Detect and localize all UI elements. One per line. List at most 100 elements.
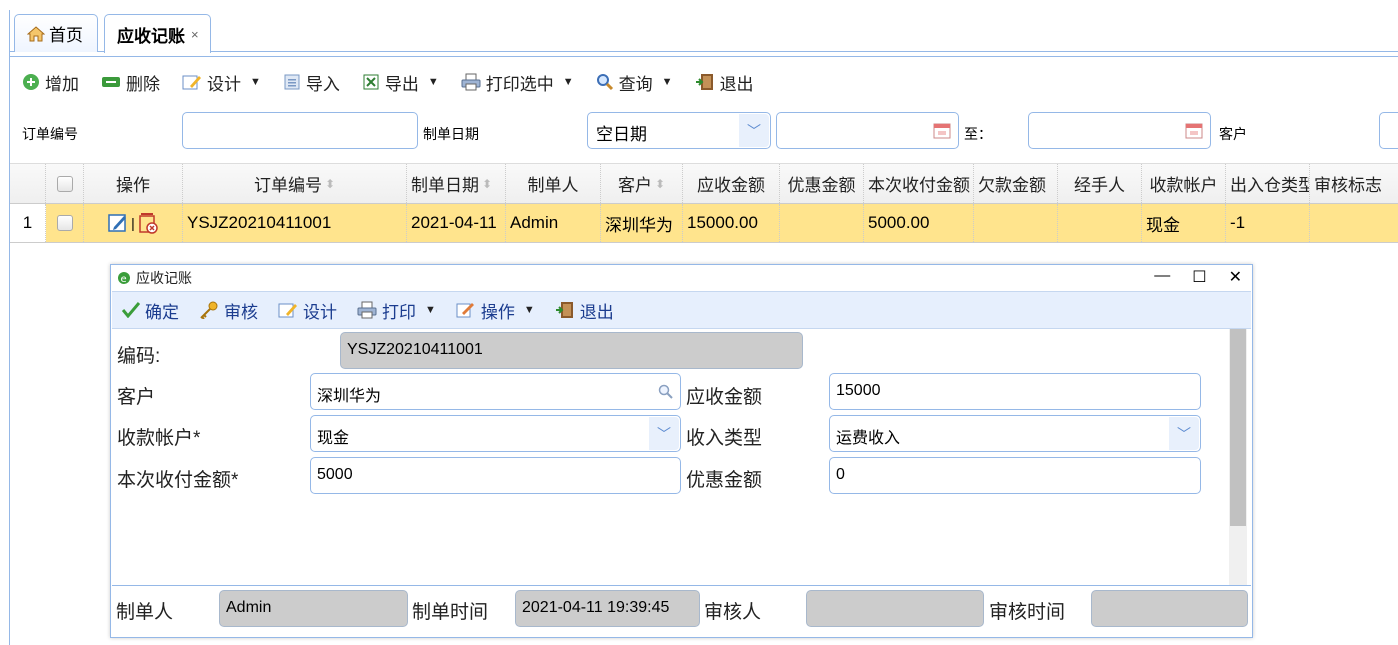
chevron-down-icon[interactable]: ﹀ <box>739 114 769 147</box>
tab-receivable[interactable]: 应收记账 × <box>104 14 211 53</box>
row-payment: 5000.00 <box>864 204 974 242</box>
dialog-operate-label: 操作 <box>480 302 515 322</box>
payment-field[interactable]: 5000 <box>310 457 681 494</box>
row-date: 2021-04-11 <box>407 204 506 242</box>
row-checkbox[interactable] <box>56 215 73 231</box>
tab-close-icon[interactable]: × <box>191 27 199 42</box>
date-mode-value: 空日期 <box>596 125 647 144</box>
audit-time-label: 审核时间 <box>989 602 1066 623</box>
header-account: 收款帐户 <box>1142 164 1226 203</box>
import-button[interactable]: 导入 <box>283 70 340 95</box>
date-from-input[interactable] <box>776 112 959 149</box>
design-icon <box>278 303 297 318</box>
income-type-value: 运费收入 <box>836 430 901 447</box>
creator-field[interactable]: Admin <box>219 590 408 627</box>
row-audit <box>1310 204 1394 242</box>
tab-home[interactable]: 首页 <box>14 14 98 52</box>
search-icon[interactable] <box>658 384 674 400</box>
close-icon[interactable]: ✕ <box>1229 267 1242 287</box>
svg-text:e: e <box>121 274 127 285</box>
exit-button[interactable]: 退出 <box>695 70 754 95</box>
print-selected-label: 打印选中 <box>485 74 554 94</box>
chevron-down-icon[interactable]: ﹀ <box>1169 417 1199 450</box>
maximize-icon[interactable]: ☐ <box>1192 267 1206 287</box>
sort-icon[interactable]: ⬍ <box>482 177 492 191</box>
income-type-select[interactable]: 运费收入 ﹀ <box>829 415 1201 452</box>
customer-field[interactable]: 深圳华为 <box>310 373 681 410</box>
calendar-icon[interactable] <box>1184 121 1204 139</box>
row-receivable: 15000.00 <box>683 204 780 242</box>
audit-time-field[interactable] <box>1091 590 1248 627</box>
design-button[interactable]: 设计 ▼ <box>182 70 261 95</box>
dialog-design-label: 设计 <box>303 302 337 322</box>
discount-label: 优惠金额 <box>686 470 763 491</box>
dialog-titlebar[interactable]: e 应收记账 <box>111 265 1252 290</box>
dialog-design-button[interactable]: 设计 <box>278 298 337 323</box>
code-field[interactable]: YSJZ20210411001 <box>340 332 803 369</box>
header-payment: 本次收付金额 <box>864 164 974 203</box>
header-type: 出入仓类型 <box>1226 164 1310 203</box>
account-value: 现金 <box>317 430 350 447</box>
exit-door-icon <box>695 74 713 90</box>
query-button[interactable]: 查询 ▼ <box>596 70 673 95</box>
calendar-icon[interactable] <box>932 121 952 139</box>
header-customer[interactable]: 客户 ⬍ <box>601 164 683 203</box>
operate-separator: | <box>131 215 135 231</box>
header-index <box>10 164 46 203</box>
row-select[interactable] <box>46 204 84 242</box>
edit-icon[interactable] <box>107 212 129 234</box>
dialog-exit-label: 退出 <box>579 302 614 322</box>
row-order-no: YSJZ20210411001 <box>183 204 407 242</box>
import-button-label: 导入 <box>305 74 340 94</box>
select-all-checkbox[interactable] <box>56 175 73 192</box>
receivable-field[interactable]: 15000 <box>829 373 1201 410</box>
customer-input[interactable] <box>1379 112 1398 149</box>
create-time-field[interactable]: 2021-04-11 19:39:45 <box>515 590 700 627</box>
income-type-label: 收入类型 <box>686 428 763 449</box>
minimize-icon[interactable]: — <box>1154 267 1170 287</box>
dialog-print-button[interactable]: 打印 ▼ <box>357 298 436 323</box>
dialog-form: 编码: YSJZ20210411001 客户 深圳华为 应收金额 15000 收… <box>112 329 1251 585</box>
header-select-all[interactable] <box>46 164 84 203</box>
receivable-dialog: e 应收记账 — ☐ ✕ 确定 审核 设计 打印 ▼ 操作 ▼ 退出 编码: Y… <box>110 264 1253 638</box>
filter-bar: 订单编号 制单日期 空日期 ﹀ 至： 客户 <box>10 112 1398 152</box>
header-creator: 制单人 <box>506 164 601 203</box>
confirm-button-label: 确定 <box>145 302 179 322</box>
main-toolbar: 增加 删除 设计 ▼ 导入 导出 ▼ 打印选中 ▼ 查询 ▼ 退出 <box>22 66 754 98</box>
header-debt: 欠款金额 <box>974 164 1058 203</box>
account-label: 收款帐户* <box>117 428 201 449</box>
create-time-label: 制单时间 <box>412 602 489 623</box>
trash-icon[interactable] <box>137 211 159 235</box>
export-button[interactable]: 导出 ▼ <box>362 70 439 95</box>
print-selected-button[interactable]: 打印选中 ▼ <box>461 70 574 95</box>
chevron-down-icon: ▼ <box>562 76 574 88</box>
design-icon <box>182 75 201 90</box>
header-date[interactable]: 制单日期 ⬍ <box>407 164 506 203</box>
dialog-scrollbar[interactable] <box>1229 329 1247 585</box>
dialog-exit-button[interactable]: 退出 <box>555 298 614 323</box>
account-select[interactable]: 现金 ﹀ <box>310 415 681 452</box>
sort-icon[interactable]: ⬍ <box>655 177 665 191</box>
date-to-input[interactable] <box>1028 112 1211 149</box>
confirm-button[interactable]: 确定 <box>122 298 179 323</box>
order-no-input[interactable] <box>182 112 418 149</box>
order-no-label: 订单编号 <box>22 126 78 142</box>
audit-button[interactable]: 审核 <box>199 298 258 323</box>
row-debt <box>974 204 1058 242</box>
add-button[interactable]: 增加 <box>22 70 79 95</box>
receivable-label: 应收金额 <box>686 387 763 408</box>
scrollbar-thumb[interactable] <box>1230 329 1246 526</box>
home-icon <box>27 25 45 41</box>
chevron-down-icon[interactable]: ﹀ <box>649 417 679 450</box>
dialog-operate-button[interactable]: 操作 ▼ <box>456 298 535 323</box>
date-mode-select[interactable]: 空日期 ﹀ <box>587 112 771 149</box>
header-order-no[interactable]: 订单编号 ⬍ <box>183 164 407 203</box>
delete-button[interactable]: 删除 <box>101 70 160 95</box>
auditor-label: 审核人 <box>704 602 762 623</box>
header-discount: 优惠金额 <box>780 164 864 203</box>
delete-button-label: 删除 <box>126 74 160 94</box>
sort-icon[interactable]: ⬍ <box>325 177 335 191</box>
discount-field[interactable]: 0 <box>829 457 1201 494</box>
auditor-field[interactable] <box>806 590 984 627</box>
table-row[interactable]: 1 | YSJZ20210411001 2021-04-11 Admin 深圳华… <box>10 204 1398 243</box>
